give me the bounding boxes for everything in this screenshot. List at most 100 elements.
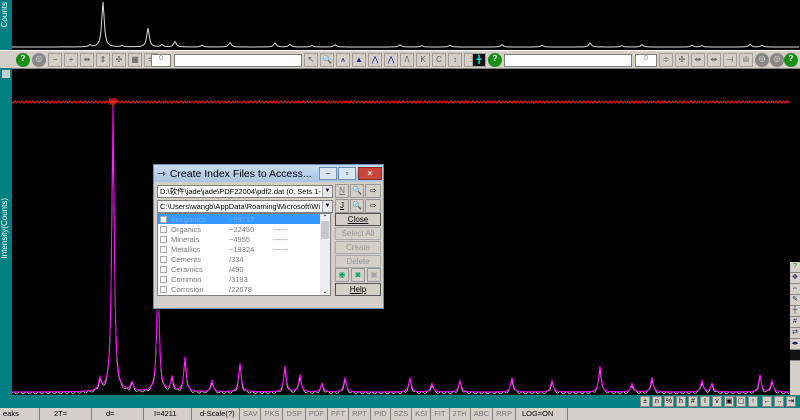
bars-icon[interactable]: ılı (739, 53, 753, 67)
image-icon[interactable]: ▣ (724, 396, 734, 407)
color-icon[interactable] (790, 350, 800, 361)
radio-on-icon[interactable]: ◉ (335, 268, 349, 282)
left-counter[interactable]: 0 (151, 54, 171, 67)
status-flag[interactable]: DSP (283, 408, 306, 420)
checkbox[interactable] (160, 275, 167, 283)
draw-icon[interactable]: ✎ (790, 295, 800, 306)
cursor-icon[interactable]: ↖ (304, 53, 318, 67)
status-flag[interactable]: SAV (240, 408, 262, 420)
step-icon[interactable]: ⊣ (723, 53, 737, 67)
pin-icon[interactable] (2, 70, 10, 78)
chevron-down-icon[interactable]: ▼ (322, 186, 332, 197)
gear-icon[interactable]: ◎ (32, 53, 46, 67)
checkbox[interactable] (160, 215, 167, 223)
expand-h-icon[interactable]: ⇹ (707, 53, 721, 67)
tool-i[interactable]: I (700, 396, 710, 407)
minimize-button[interactable]: – (319, 167, 337, 180)
status-flag[interactable]: FIT (431, 408, 450, 420)
browse-icon[interactable]: ⇨ (365, 184, 381, 198)
list-item[interactable]: Metallics ~19324 ------ (158, 244, 330, 254)
stepper-icon[interactable]: ± (640, 396, 650, 407)
status-flag[interactable]: SZS (391, 408, 413, 420)
radio-stop-icon[interactable]: ◙ (351, 268, 365, 282)
browse-icon[interactable]: ⇨ (365, 199, 381, 213)
search-icon[interactable]: 🔍 (350, 199, 364, 213)
zoom-out-icon[interactable]: − (48, 53, 62, 67)
zoom-in-icon[interactable]: + (64, 53, 78, 67)
select-all-button[interactable]: Select All (335, 227, 381, 240)
grid-icon[interactable]: ▦ (128, 53, 142, 67)
list-item[interactable]: Corrosion/22678 (158, 284, 330, 294)
right-select[interactable] (504, 54, 632, 67)
calibrate-icon[interactable]: C (432, 53, 446, 67)
peaks-compare-icon[interactable]: ⋀ (384, 53, 398, 67)
arrows-icon[interactable]: ⇄ (790, 328, 800, 339)
checkbox[interactable] (160, 265, 167, 273)
left-input[interactable] (174, 54, 302, 67)
crosshair-icon[interactable]: ╋ (472, 53, 486, 67)
compress-icon[interactable]: ≑ (659, 53, 673, 67)
path1-n-button[interactable]: N (335, 184, 349, 198)
status-flag[interactable]: ABC (471, 408, 494, 420)
gear-icon[interactable]: ◎ (755, 53, 769, 67)
status-flag[interactable]: PFT (328, 408, 350, 420)
help-icon[interactable]: ? (488, 53, 502, 67)
help-icon[interactable]: ? (790, 262, 800, 273)
fit-icon[interactable]: ✣ (112, 53, 126, 67)
expand-v-icon[interactable]: ⇕ (96, 53, 110, 67)
image-icon[interactable]: ▢ (736, 396, 746, 407)
hash-icon[interactable]: # (790, 317, 800, 328)
maximize-button[interactable]: ▫ (338, 167, 356, 180)
checkbox[interactable] (160, 285, 167, 293)
tool-n[interactable]: n (652, 396, 662, 407)
status-flag[interactable]: PKS (261, 408, 284, 420)
list-item[interactable]: Cements/334 (158, 254, 330, 264)
list-item[interactable]: Minerals ~4955 ------ (158, 234, 330, 244)
list-item[interactable]: Organics ~22450 ------ (158, 224, 330, 234)
flag-icon[interactable]: ↑ (748, 396, 758, 407)
list-item[interactable]: Ceramics/490 (158, 264, 330, 274)
status-log[interactable]: LOG=ON (516, 408, 568, 420)
list-item[interactable]: Inorganics ~99717 (158, 214, 330, 224)
magnifier-icon[interactable]: 🔍 (320, 53, 334, 67)
index-path-select[interactable]: C:\Users\wangb\AppData\Roaming\Microsoft… (157, 200, 333, 213)
tool-v[interactable]: v (712, 396, 722, 407)
tool-percent[interactable]: % (664, 396, 674, 407)
checkbox[interactable] (160, 225, 167, 233)
overview-pattern[interactable] (12, 0, 800, 50)
delete-button[interactable]: Delete (335, 255, 381, 268)
image-icon[interactable]: ▣ (367, 268, 381, 282)
move-icon[interactable]: ✥ (790, 273, 800, 284)
list-scrollbar[interactable]: ⌃ ⌄ (320, 214, 330, 295)
help-icon[interactable]: ? (784, 53, 798, 67)
range-icon[interactable]: ◂▸ (790, 339, 800, 350)
peaks-label-icon[interactable]: ⋀ (368, 53, 382, 67)
end-icon[interactable]: ⇥ (786, 396, 796, 407)
status-flag[interactable]: 2TH (450, 408, 471, 420)
arrow-left-icon[interactable]: ← (762, 396, 772, 407)
help-button[interactable]: Help (335, 283, 381, 296)
tool-h[interactable]: h (676, 396, 686, 407)
diffraction-plot[interactable] (12, 69, 790, 395)
checkbox[interactable] (160, 255, 167, 263)
expand-h-icon[interactable]: ⇹ (80, 53, 94, 67)
peak-icon[interactable]: ⩚ (336, 53, 350, 67)
status-flag[interactable]: RPT (349, 408, 372, 420)
fit-icon[interactable]: ✣ (675, 53, 689, 67)
peaks-fill-icon[interactable]: ▲ (352, 53, 366, 67)
status-flag[interactable]: PDF (306, 408, 328, 420)
search-icon[interactable]: 🔍 (350, 184, 364, 198)
list-item[interactable]: Common/3193 (158, 274, 330, 284)
chevron-down-icon[interactable]: ▼ (322, 201, 332, 212)
arrow-right-icon[interactable]: → (774, 396, 784, 407)
kα2-icon[interactable]: K (416, 53, 430, 67)
close-button[interactable]: Close (335, 213, 381, 226)
status-flag[interactable]: KSI (412, 408, 432, 420)
create-button[interactable]: Create (335, 241, 381, 254)
checkbox[interactable] (160, 245, 167, 253)
gear-icon[interactable]: ◎ (770, 53, 784, 67)
tool-hash[interactable]: # (688, 396, 698, 407)
baseline-icon[interactable]: ⇔ (790, 284, 800, 295)
right-counter[interactable]: 0 (635, 54, 657, 67)
profile-icon[interactable]: /\ (400, 53, 414, 67)
